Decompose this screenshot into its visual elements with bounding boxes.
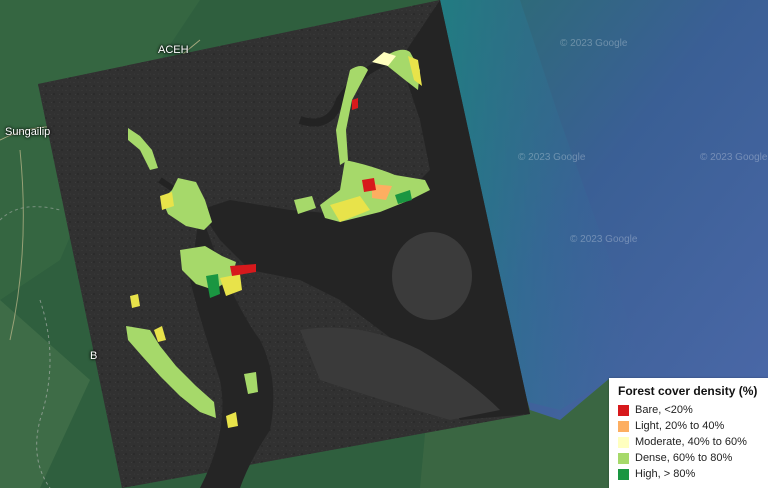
legend-label: Dense, 60% to 80% (635, 452, 733, 464)
legend-label: Light, 20% to 40% (635, 420, 725, 432)
place-label-aceh: ACEH (158, 44, 189, 56)
forest-bare-patch (362, 178, 376, 192)
imagery-watermark: © 2023 Google (518, 152, 586, 163)
imagery-watermark: © 2023 Google (560, 38, 628, 49)
legend-item-dense: Dense, 60% to 80% (618, 450, 760, 466)
place-label-sungailip: Sungailip (5, 126, 51, 138)
legend-label: High, > 80% (635, 468, 696, 480)
legend-swatch (618, 404, 629, 416)
legend-swatch (618, 436, 629, 448)
legend-swatch (618, 452, 629, 464)
legend-swatch (618, 420, 629, 432)
island (392, 232, 472, 320)
legend-label: Bare, <20% (635, 404, 693, 416)
imagery-watermark: © 2023 Google (700, 152, 768, 163)
place-label-partial: B (90, 350, 98, 362)
forest-bare-patch (352, 98, 358, 110)
legend-swatch (618, 468, 629, 480)
legend-label: Moderate, 40% to 60% (635, 436, 747, 448)
forest-density-legend: Forest cover density (%) Bare, <20% Ligh… (609, 378, 768, 488)
imagery-watermark: © 2023 Google (570, 234, 638, 245)
legend-item-moderate: Moderate, 40% to 60% (618, 434, 760, 450)
legend-title: Forest cover density (%) (618, 384, 758, 398)
legend-item-light: Light, 20% to 40% (618, 418, 760, 434)
legend-item-high: High, > 80% (618, 466, 760, 482)
legend-item-bare: Bare, <20% (618, 402, 760, 418)
